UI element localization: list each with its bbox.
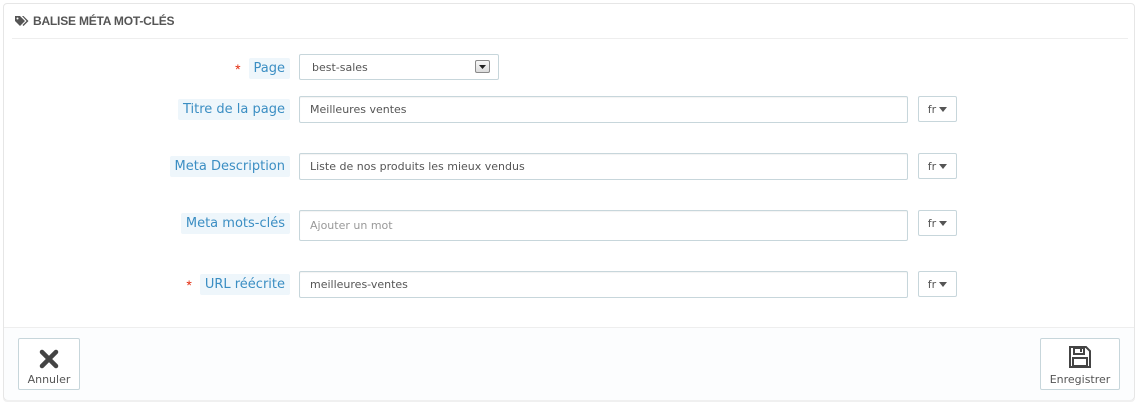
keywords-label-wrap: Meta mots-clés <box>180 213 290 234</box>
page-label-wrap: * Page <box>235 58 290 79</box>
keywords-lang-dropdown[interactable]: fr <box>918 210 957 236</box>
panel-title: BALISE MÉTA MOT-CLÉS <box>33 14 175 28</box>
save-label: Enregistrer <box>1049 373 1111 386</box>
save-button[interactable]: Enregistrer <box>1040 338 1120 390</box>
meta-keywords-panel: BALISE MÉTA MOT-CLÉS * Page best-sales T… <box>3 3 1135 400</box>
title-label-wrap: Titre de la page <box>177 99 290 120</box>
caret-down-icon <box>939 163 948 169</box>
close-icon <box>39 349 59 369</box>
title-label: Titre de la page <box>177 99 290 120</box>
lang-code: fr <box>927 102 937 116</box>
meta-keywords-input[interactable] <box>299 210 908 241</box>
description-label-wrap: Meta Description <box>169 156 290 177</box>
description-label: Meta Description <box>169 156 290 177</box>
title-lang-dropdown[interactable]: fr <box>918 96 957 122</box>
description-lang-dropdown[interactable]: fr <box>918 153 957 179</box>
panel-heading: BALISE MÉTA MOT-CLÉS <box>12 4 1128 39</box>
caret-down-icon <box>939 106 948 112</box>
url-lang-dropdown[interactable]: fr <box>918 271 957 297</box>
required-marker: * <box>186 276 192 293</box>
url-label-wrap: * URL réécrite <box>186 274 290 295</box>
chevron-down-icon[interactable] <box>475 60 490 73</box>
caret-down-icon <box>939 220 948 226</box>
lang-code: fr <box>927 159 937 173</box>
url-label: URL réécrite <box>199 274 290 295</box>
rewritten-url-input[interactable] <box>299 271 908 298</box>
save-icon <box>1069 346 1091 368</box>
keywords-label: Meta mots-clés <box>180 213 290 234</box>
tags-icon <box>15 16 29 26</box>
required-marker: * <box>235 60 241 77</box>
meta-description-input[interactable] <box>299 153 908 180</box>
lang-code: fr <box>927 216 937 230</box>
page-title-input[interactable] <box>299 96 908 123</box>
page-label: Page <box>248 58 290 79</box>
cancel-label: Annuler <box>27 373 71 386</box>
panel-footer: Annuler Enregistrer <box>4 327 1134 400</box>
cancel-button[interactable]: Annuler <box>18 338 80 390</box>
page-select[interactable]: best-sales <box>299 54 499 80</box>
caret-down-icon <box>939 281 948 287</box>
lang-code: fr <box>927 277 937 291</box>
page-select-value: best-sales <box>312 60 368 74</box>
